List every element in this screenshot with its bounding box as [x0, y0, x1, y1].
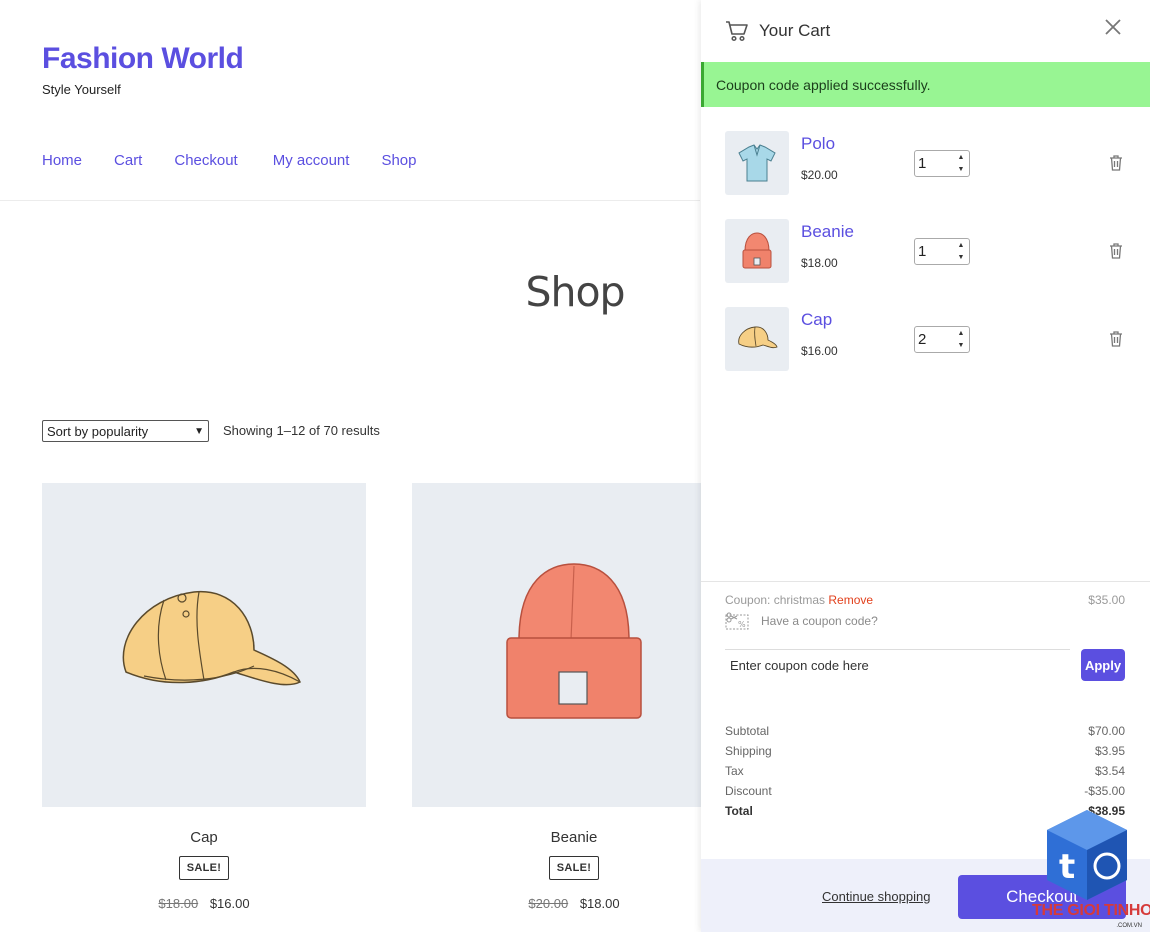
totals-label: Subtotal	[725, 724, 770, 738]
coupon-scissors-icon: %	[725, 612, 749, 630]
quantity-value: 1	[918, 155, 927, 172]
product-image[interactable]	[412, 483, 736, 807]
stepper-arrows[interactable]: ▲ ▼	[956, 329, 966, 350]
beanie-icon	[742, 232, 772, 269]
old-price: $20.00	[528, 896, 569, 911]
quantity-stepper[interactable]: 2 ▲ ▼	[914, 326, 970, 353]
product-name[interactable]: Beanie	[412, 829, 736, 846]
totals-row-shipping: Shipping $3.95	[725, 744, 1125, 764]
product-price: $20.00 $18.00	[412, 896, 736, 911]
site-title[interactable]: Fashion World	[42, 42, 244, 76]
continue-shopping-link[interactable]: Continue shopping	[822, 889, 930, 904]
svg-text:%: %	[738, 620, 746, 629]
item-name[interactable]: Polo	[801, 134, 901, 154]
nav-cart[interactable]: Cart	[114, 152, 142, 169]
cart-title: Your Cart	[759, 21, 831, 40]
coupon-toggle[interactable]: % Have a coupon code?	[725, 612, 878, 630]
sale-badge: SALE!	[548, 856, 600, 880]
totals-value: -$35.00	[1084, 784, 1125, 798]
drawer-divider	[701, 581, 1150, 582]
item-name[interactable]: Cap	[801, 310, 901, 330]
product-name[interactable]: Cap	[42, 829, 366, 846]
sale-badge: SALE!	[178, 856, 230, 880]
chevron-down-icon: ▼	[194, 425, 204, 437]
product-card: Cap SALE! $18.00 $16.00	[42, 483, 366, 911]
cart-item: Beanie $18.00 1 ▲ ▼	[725, 219, 1126, 283]
product-card: Beanie SALE! $20.00 $18.00	[412, 483, 736, 911]
current-price: $18.00	[579, 896, 620, 911]
cart-header: Your Cart	[701, 0, 1150, 62]
watermark-subtext: .COM.VN	[1116, 923, 1142, 929]
item-name[interactable]: Beanie	[801, 222, 901, 242]
item-thumbnail[interactable]	[725, 131, 789, 195]
totals-row-discount: Discount -$35.00	[725, 784, 1125, 804]
watermark-text: THE GIOI TINHOC	[1032, 902, 1150, 919]
close-icon[interactable]	[1104, 18, 1122, 36]
apply-coupon-button[interactable]: Apply	[1081, 649, 1125, 681]
cart-icon	[726, 21, 748, 42]
beanie-illustration	[506, 563, 642, 719]
item-thumbnail[interactable]	[725, 307, 789, 371]
cap-icon	[738, 326, 778, 349]
polo-shirt-icon	[738, 144, 776, 182]
trash-icon[interactable]	[1108, 330, 1124, 348]
totals-value: $70.00	[1088, 724, 1125, 738]
nav-my-account[interactable]: My account	[273, 152, 350, 169]
primary-nav: Home Cart Checkout My account Shop	[42, 152, 448, 169]
trash-icon[interactable]	[1108, 242, 1124, 260]
product-image[interactable]	[42, 483, 366, 807]
watermark-cube-icon: t	[1047, 810, 1127, 900]
quantity-value: 1	[918, 243, 927, 260]
coupon-label: Coupon: christmas	[725, 593, 826, 607]
sort-select-value: Sort by popularity	[47, 423, 149, 439]
trash-icon[interactable]	[1108, 154, 1124, 172]
totals-label: Shipping	[725, 744, 772, 758]
totals-row-tax: Tax $3.54	[725, 764, 1125, 784]
old-price: $18.00	[158, 896, 199, 911]
item-thumbnail[interactable]	[725, 219, 789, 283]
remove-coupon-link[interactable]: Remove	[828, 593, 873, 607]
coupon-toggle-label: Have a coupon code?	[761, 614, 878, 628]
totals-value: $3.54	[1094, 764, 1125, 778]
header-divider	[0, 200, 700, 201]
item-price: $20.00	[801, 168, 838, 182]
quantity-stepper[interactable]: 1 ▲ ▼	[914, 150, 970, 177]
quantity-stepper[interactable]: 1 ▲ ▼	[914, 238, 970, 265]
item-price: $16.00	[801, 344, 838, 358]
product-price: $18.00 $16.00	[42, 896, 366, 911]
applied-coupon: Coupon: christmas Remove $35.00	[725, 593, 1125, 607]
current-price: $16.00	[209, 896, 250, 911]
totals-value: $3.95	[1094, 744, 1125, 758]
cart-item: Polo $20.00 1 ▲ ▼	[725, 131, 1126, 195]
result-count: Showing 1–12 of 70 results	[223, 423, 380, 438]
item-price: $18.00	[801, 256, 838, 270]
cart-items: Polo $20.00 1 ▲ ▼ Beanie $18.00 1 ▲ ▼ Ca…	[701, 107, 1150, 371]
totals-row-subtotal: Subtotal $70.00	[725, 724, 1125, 744]
coupon-code-input[interactable]	[725, 649, 1070, 681]
site-tagline: Style Yourself	[42, 82, 121, 97]
totals-label: Total	[725, 804, 753, 818]
stepper-arrows[interactable]: ▲ ▼	[956, 241, 966, 262]
sort-select[interactable]: Sort by popularity ▼	[42, 420, 209, 442]
coupon-amount: $35.00	[1088, 593, 1125, 607]
nav-shop[interactable]: Shop	[381, 152, 416, 169]
cap-illustration	[122, 591, 301, 686]
nav-home[interactable]: Home	[42, 152, 82, 169]
svg-text:t: t	[1059, 847, 1075, 887]
quantity-value: 2	[918, 331, 927, 348]
watermark-logo: t THE GIOI TINHOC .COM.VN	[1025, 808, 1150, 932]
success-notice: Coupon code applied successfully.	[701, 62, 1150, 107]
cart-item: Cap $16.00 2 ▲ ▼	[725, 307, 1126, 371]
totals-label: Tax	[725, 764, 744, 778]
totals-label: Discount	[725, 784, 772, 798]
cart-drawer: Your Cart Coupon code applied successful…	[701, 0, 1150, 932]
nav-checkout[interactable]: Checkout	[174, 152, 237, 169]
stepper-arrows[interactable]: ▲ ▼	[956, 153, 966, 174]
